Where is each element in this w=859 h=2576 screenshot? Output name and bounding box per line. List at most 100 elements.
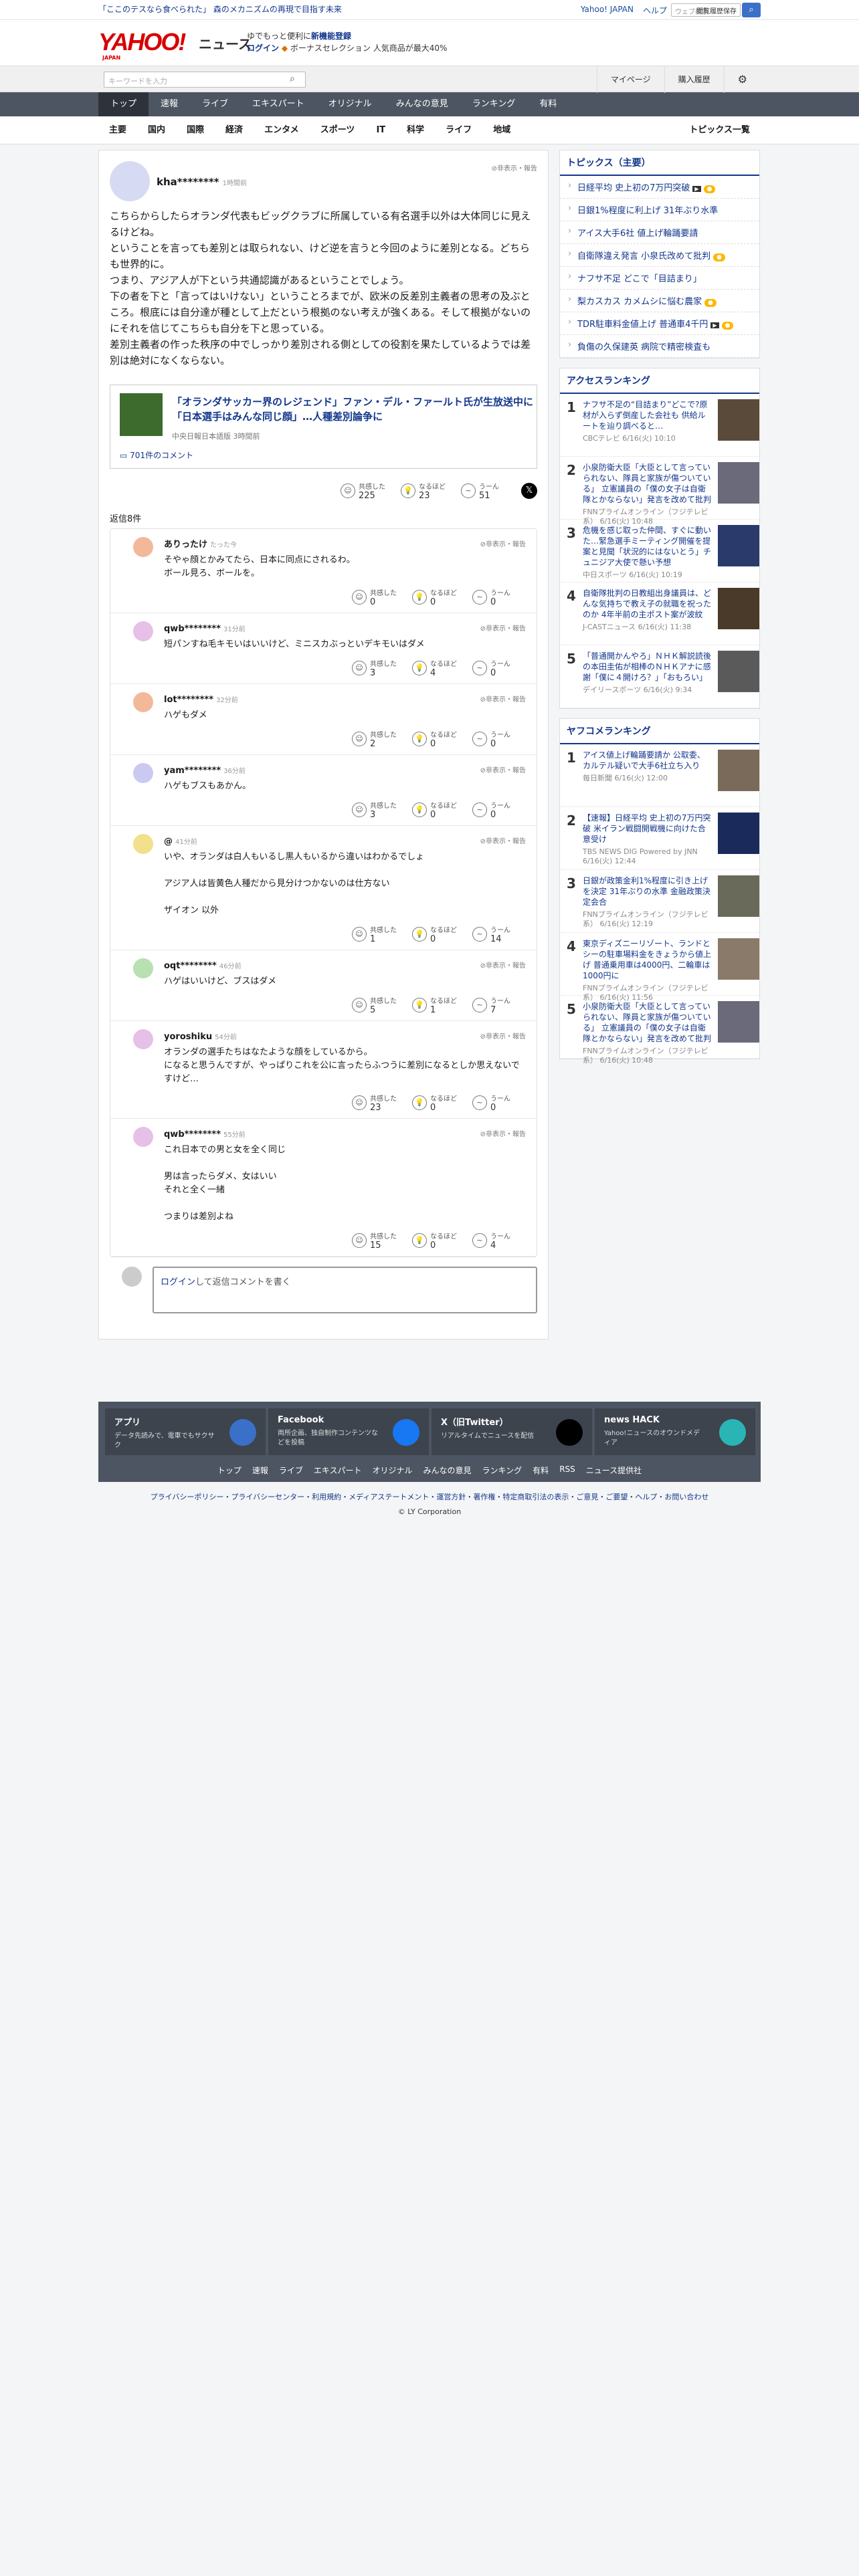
reply-user[interactable]: yoroshiku [164,1032,212,1042]
footer-link[interactable]: トップ [217,1465,242,1476]
hide-report-link[interactable]: ⊘非表示・報告 [480,764,526,774]
topic-title[interactable]: 負傷の久保建英 病院で精密検査も [577,342,710,352]
mypage-link[interactable]: マイページ [596,66,664,93]
reaction-0[interactable]: ☺ 共感した 0 [352,587,405,607]
reaction-2[interactable]: ~ うーん 4 [472,1230,526,1251]
topic-item[interactable]: TDR駐車料金値上げ 普通車4千円▶● [560,312,759,335]
category-tab[interactable]: 国際 [176,116,215,144]
reply-user[interactable]: qwb******** [164,624,221,634]
topic-title[interactable]: アイス大手6社 値上げ輪踊要請 [577,229,698,239]
topic-title[interactable]: 日銀1%程度に利上げ 31年ぶり水準 [577,206,718,216]
reaction-2[interactable]: ~ うーん 0 [472,800,526,820]
ranking-item[interactable]: 3 危機を感じ取った仲間、すぐに動いた…緊急選手ミーティング開催を提案と見聞「状況… [560,520,759,582]
nav-tab[interactable]: 有料 [527,92,569,116]
topic-item[interactable]: ナフサ不足 どこで「目詰まり」 [560,267,759,290]
topic-title[interactable]: 梨カスカス カメムシに悩む農家 [577,297,702,307]
reaction-0[interactable]: ☺ 共感した 2 [352,729,405,749]
reaction-1[interactable]: 💡 なるほど 0 [412,1230,466,1251]
category-tab[interactable]: ライフ [435,116,482,144]
article-card[interactable]: 「オランダサッカー界のレジェンド」ファン・デル・ファールト氏が生放送中に「日本選… [110,385,537,469]
ranking-item[interactable]: 1 アイス値上げ輪踊要請か 公取委、カルテル疑いで大手6社立ち入り 毎日新聞 6/1… [560,744,759,807]
reply-user[interactable]: ありったけ [164,540,207,550]
help-link[interactable]: ヘルプ [643,5,667,16]
reaction-2[interactable]: ~ うーん 0 [472,658,526,678]
gear-icon[interactable]: ⚙ [723,66,761,93]
category-tab[interactable]: 主要 [98,116,137,144]
footer-link[interactable]: 速報 [252,1465,268,1476]
reply-user[interactable]: oqt******** [164,961,217,971]
reaction-1[interactable]: 💡 なるほど 0 [412,729,466,749]
yahoo-logo[interactable]: YAHOO! [98,28,186,56]
footer-link[interactable]: RSS [559,1465,575,1476]
top-promo-link[interactable]: 「ここのテスなら食べられた」 森のメカニズムの再現で目指す未来 [98,3,342,15]
ranking-item[interactable]: 4 自衛隊批判の日教組出身議員は、どんな気持ちで教え子の就職を祝ったのか 4年半前… [560,582,759,645]
topic-item[interactable]: アイス大手6社 値上げ輪踊要請 [560,221,759,244]
footer-link[interactable]: エキスパート [314,1465,362,1476]
reply-user[interactable]: lot******** [164,695,213,705]
topic-title[interactable]: 自衛隊違え発言 小泉氏改めて批判 [577,251,710,261]
topic-title[interactable]: ナフサ不足 どこで「目詰まり」 [577,274,702,284]
category-tab[interactable]: 地域 [482,116,521,144]
ranking-title[interactable]: 「普通開かんやろ」ＮＨＫ解説読後の本田圭佑が相棒のＮＨＫアナに感謝「僕に４開けろ… [583,651,712,683]
purchase-history-link[interactable]: 購入履歴 [664,66,724,93]
ranking-title[interactable]: ナフサ不足の“目詰まり”どこで?原材が入らず倒産した会社も 供給ルートを辿り調べ… [583,399,712,431]
footer-promo-0[interactable]: アプリ データ先読みで、電車でもサクサク [105,1408,266,1455]
reaction-2[interactable]: ~ うーん 0 [472,729,526,749]
category-tab[interactable]: 国内 [137,116,176,144]
hide-report-link[interactable]: ⊘非表示・報告 [480,693,526,704]
x-share-icon[interactable]: 𝕏 [521,483,537,499]
reply-input[interactable]: ログインして返信コメントを書く [153,1267,537,1313]
bonus-promo-link[interactable]: ボーナスセレクション 人気商品が最大40% [290,43,448,53]
footer-link[interactable]: みんなの意見 [423,1465,472,1476]
logo-news[interactable]: ニュース [199,33,252,53]
article-title[interactable]: 「オランダサッカー界のレジェンド」ファン・デル・ファールト氏が生放送中に「日本選… [172,395,533,424]
category-tab[interactable]: スポーツ [310,116,366,144]
reaction-0[interactable]: ☺ 共感した 1 [352,924,405,944]
reaction-1[interactable]: 💡 なるほど 0 [412,924,466,944]
ranking-title[interactable]: 【速報】日経平均 史上初の7万円突破 米イラン戦闘開戦機に向けた合意受け [583,813,712,845]
ranking-title[interactable]: 東京ディズニーリゾート、ランドとシーの駐車場料金をきょうから値上げ 普通乗用車は… [583,938,712,981]
reaction-1[interactable]: 💡 なるほど 1 [412,995,466,1015]
reply-login-link[interactable]: ログイン [161,1277,195,1287]
topic-item[interactable]: 日銀1%程度に利上げ 31年ぶり水準 [560,199,759,221]
topic-item[interactable]: 自衛隊違え発言 小泉氏改めて批判● [560,244,759,267]
reaction-0[interactable]: ☺ 共感した 225 [341,481,394,501]
article-comments-link[interactable]: ▭ 701件のコメント [120,449,193,461]
ranking-item[interactable]: 1 ナフサ不足の“目詰まり”どこで?原材が入らず倒産した会社も 供給ルートを辿り調… [560,394,759,457]
reaction-0[interactable]: ☺ 共感した 15 [352,1230,405,1251]
web-search-button[interactable]: ⌕ [742,3,761,17]
hide-report-link[interactable]: ⊘非表示・報告 [480,835,526,845]
reaction-2[interactable]: ~ うーん 14 [472,924,526,944]
nav-tab[interactable]: オリジナル [316,92,384,116]
reaction-2[interactable]: ~ うーん 51 [461,481,514,501]
reply-user[interactable]: qwb******** [164,1130,221,1140]
footer-promo-1[interactable]: Facebook 両所企画、独自制作コンテンツなどを投稿 [268,1408,429,1455]
ranking-item[interactable]: 4 東京ディズニーリゾート、ランドとシーの駐車場料金をきょうから値上げ 普通乗用車… [560,933,759,1002]
footer-link[interactable]: ランキング [482,1465,522,1476]
ranking-item[interactable]: 5 小泉防衛大臣「大臣として言っていられない、隊員と家族が傷ついている」 立憲議員… [560,996,759,1065]
ranking-item[interactable]: 3 日銀が政策金利1%程度に引き上げを決定 31年ぶりの水準 金融政策決定会合 FN… [560,870,759,933]
nav-tab[interactable]: ランキング [460,92,528,116]
ranking-item[interactable]: 2 小泉防衛大臣「大臣として言っていられない、隊員と家族が傷ついている」 立憲議員… [560,457,759,526]
footer-link[interactable]: ニュース提供社 [586,1465,642,1476]
legal-links[interactable]: プライバシーポリシー・プライバシーセンター・利用規約・メディアステートメント・運… [98,1490,761,1505]
ranking-title[interactable]: 自衛隊批判の日教組出身議員は、どんな気持ちで教え子の就職を祝ったのか 4年半前の… [583,588,712,620]
topic-title[interactable]: TDR駐車料金値上げ 普通車4千円 [577,320,708,330]
reaction-1[interactable]: 💡 なるほど 0 [412,1093,466,1113]
reaction-0[interactable]: ☺ 共感した 3 [352,658,405,678]
footer-link[interactable]: オリジナル [373,1465,413,1476]
footer-promo-3[interactable]: news HACK Yahoo!ニュースのオウンドメディア [595,1408,755,1455]
topics-list-link[interactable]: トピックス一覧 [678,116,761,144]
footer-promo-2[interactable]: X（旧Twitter） リアルタイムでニュースを配信 [432,1408,592,1455]
hide-report-link[interactable]: ⊘非表示・報告 [480,1031,526,1041]
reaction-0[interactable]: ☺ 共感した 5 [352,995,405,1015]
hide-report-link[interactable]: ⊘非表示・報告 [480,960,526,970]
topic-item[interactable]: 負傷の久保建英 病院で精密検査も [560,335,759,358]
nav-tab[interactable]: トップ [98,92,149,116]
reaction-1[interactable]: 💡 なるほど 0 [412,800,466,820]
hide-report-link[interactable]: ⊘非表示・報告 [492,163,537,173]
reaction-2[interactable]: ~ うーん 7 [472,995,526,1015]
yahoo-japan-link[interactable]: Yahoo! JAPAN [581,5,634,16]
ranking-title[interactable]: 日銀が政策金利1%程度に引き上げを決定 31年ぶりの水準 金融政策決定会合 [583,875,712,907]
ranking-title[interactable]: 危機を感じ取った仲間、すぐに動いた…緊急選手ミーティング開催を提案と見聞「状況的… [583,525,712,568]
